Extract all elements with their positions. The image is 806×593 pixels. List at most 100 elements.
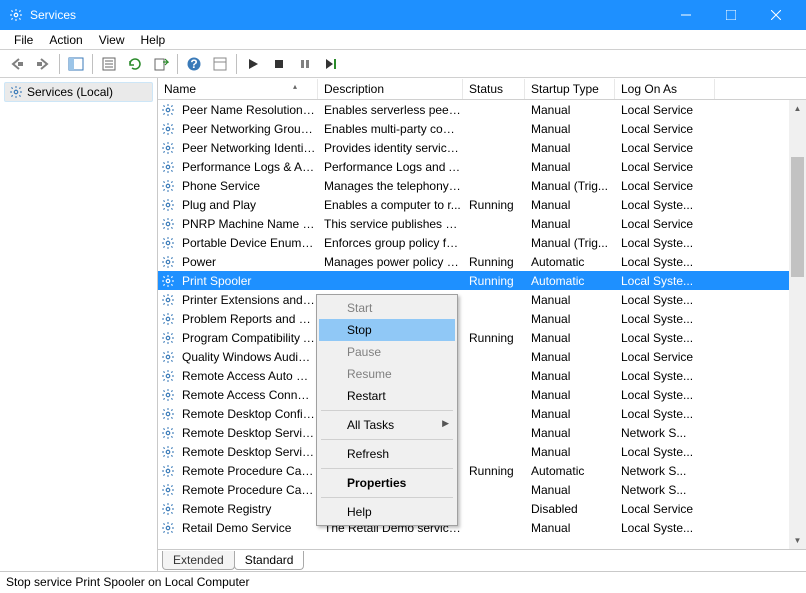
- col-logon[interactable]: Log On As: [615, 79, 715, 99]
- start-service-button[interactable]: [241, 52, 265, 76]
- service-startup: Manual (Trig...: [527, 236, 617, 250]
- stop-service-button[interactable]: [267, 52, 291, 76]
- service-row[interactable]: Remote Procedure Call (RPC)RunningAutoma…: [158, 461, 806, 480]
- service-logon: Local Syste...: [617, 255, 717, 269]
- menu-help[interactable]: Help: [133, 31, 174, 49]
- service-startup: Manual: [527, 141, 617, 155]
- refresh-button[interactable]: [123, 52, 147, 76]
- show-hide-button[interactable]: [64, 52, 88, 76]
- col-description[interactable]: Description: [318, 79, 463, 99]
- tab-extended[interactable]: Extended: [162, 551, 235, 570]
- service-description: Provides identity service...: [320, 141, 465, 155]
- service-startup: Manual: [527, 521, 617, 535]
- service-row[interactable]: Phone ServiceManages the telephony ...Ma…: [158, 176, 806, 195]
- service-icon: [160, 216, 176, 232]
- service-row[interactable]: PNRP Machine Name Publi...This service p…: [158, 214, 806, 233]
- service-logon: Local Service: [617, 502, 717, 516]
- back-button[interactable]: [5, 52, 29, 76]
- service-row[interactable]: Problem Reports and Soluti...ManualLocal…: [158, 309, 806, 328]
- service-startup: Manual: [527, 331, 617, 345]
- service-row[interactable]: Quality Windows Audio Vid...ManualLocal …: [158, 347, 806, 366]
- service-name: Remote Procedure Call (RPC): [178, 464, 320, 478]
- service-logon: Local Service: [617, 217, 717, 231]
- minimize-button[interactable]: [663, 0, 708, 30]
- service-row[interactable]: Peer Networking GroupingEnables multi-pa…: [158, 119, 806, 138]
- menu-separator: [321, 468, 453, 469]
- close-button[interactable]: [753, 0, 798, 30]
- service-row[interactable]: Remote Desktop Services U...ManualLocal …: [158, 442, 806, 461]
- menu-item-help[interactable]: Help: [319, 501, 455, 523]
- menu-view[interactable]: View: [91, 31, 133, 49]
- service-icon: [160, 140, 176, 156]
- service-logon: Local Service: [617, 160, 717, 174]
- service-description: Performance Logs and A...: [320, 160, 465, 174]
- menu-item-all-tasks[interactable]: All Tasks▶: [319, 414, 455, 436]
- service-row[interactable]: Remote RegistryDisabledLocal Service: [158, 499, 806, 518]
- service-status: Running: [465, 331, 527, 345]
- service-icon: [160, 349, 176, 365]
- window-title: Services: [30, 8, 663, 22]
- service-row[interactable]: PowerManages power policy a...RunningAut…: [158, 252, 806, 271]
- restart-service-button[interactable]: [319, 52, 343, 76]
- service-status: Running: [465, 274, 527, 288]
- service-row[interactable]: Performance Logs & AlertsPerformance Log…: [158, 157, 806, 176]
- service-row[interactable]: Peer Name Resolution Prot...Enables serv…: [158, 100, 806, 119]
- service-row[interactable]: Plug and PlayEnables a computer to r...R…: [158, 195, 806, 214]
- pause-service-button[interactable]: [293, 52, 317, 76]
- service-row[interactable]: Remote Access Connection...ManualLocal S…: [158, 385, 806, 404]
- tab-standard[interactable]: Standard: [234, 551, 305, 570]
- service-name: Retail Demo Service: [178, 521, 320, 535]
- service-startup: Manual: [527, 445, 617, 459]
- help-button[interactable]: ?: [182, 52, 206, 76]
- service-description: Manages the telephony ...: [320, 179, 465, 193]
- menu-item-stop[interactable]: Stop: [319, 319, 455, 341]
- scroll-thumb[interactable]: [791, 157, 804, 277]
- service-name: Remote Access Connection...: [178, 388, 320, 402]
- col-status[interactable]: Status: [463, 79, 525, 99]
- col-name[interactable]: Name: [158, 79, 318, 99]
- menu-item-properties[interactable]: Properties: [319, 472, 455, 494]
- service-startup: Manual: [527, 293, 617, 307]
- service-icon: [160, 463, 176, 479]
- menu-item-refresh[interactable]: Refresh: [319, 443, 455, 465]
- service-row[interactable]: Peer Networking Identity M...Provides id…: [158, 138, 806, 157]
- services-list: Name Description Status Startup Type Log…: [158, 78, 806, 549]
- service-row[interactable]: Remote Desktop Configurat...ManualLocal …: [158, 404, 806, 423]
- service-row[interactable]: Remote Desktop ServicesManualNetwork S..…: [158, 423, 806, 442]
- service-row[interactable]: Remote Access Auto Conne...ManualLocal S…: [158, 366, 806, 385]
- forward-button[interactable]: [31, 52, 55, 76]
- export-button[interactable]: [149, 52, 173, 76]
- service-row[interactable]: Printer Extensions and Notif...ManualLoc…: [158, 290, 806, 309]
- service-icon: [160, 501, 176, 517]
- service-startup: Manual: [527, 217, 617, 231]
- col-startup[interactable]: Startup Type: [525, 79, 615, 99]
- vertical-scrollbar[interactable]: ▲ ▼: [789, 100, 806, 549]
- service-row[interactable]: Program Compatibility Assi...RunningManu…: [158, 328, 806, 347]
- service-row[interactable]: Portable Device Enumerator...Enforces gr…: [158, 233, 806, 252]
- tree-node-services-local[interactable]: Services (Local): [4, 82, 153, 102]
- service-row[interactable]: Print SpoolerRunningAutomaticLocal Syste…: [158, 271, 806, 290]
- scroll-up-icon[interactable]: ▲: [789, 100, 806, 117]
- service-logon: Network S...: [617, 483, 717, 497]
- help2-button[interactable]: [208, 52, 232, 76]
- service-startup: Manual (Trig...: [527, 179, 617, 193]
- service-logon: Network S...: [617, 464, 717, 478]
- properties-button[interactable]: [97, 52, 121, 76]
- service-icon: [160, 273, 176, 289]
- service-logon: Local Syste...: [617, 198, 717, 212]
- service-row[interactable]: Retail Demo ServiceThe Retail Demo servi…: [158, 518, 806, 537]
- maximize-button[interactable]: [708, 0, 753, 30]
- service-logon: Local Syste...: [617, 236, 717, 250]
- scroll-down-icon[interactable]: ▼: [789, 532, 806, 549]
- menu-file[interactable]: File: [6, 31, 41, 49]
- service-logon: Local Syste...: [617, 521, 717, 535]
- menu-item-restart[interactable]: Restart: [319, 385, 455, 407]
- service-row[interactable]: Remote Procedure Call (RP...ManualNetwor…: [158, 480, 806, 499]
- menu-action[interactable]: Action: [41, 31, 90, 49]
- service-startup: Automatic: [527, 464, 617, 478]
- service-description: Enables serverless peer n...: [320, 103, 465, 117]
- service-icon: [160, 368, 176, 384]
- service-icon: [160, 254, 176, 270]
- service-name: Power: [178, 255, 320, 269]
- tabs: Extended Standard: [158, 549, 806, 571]
